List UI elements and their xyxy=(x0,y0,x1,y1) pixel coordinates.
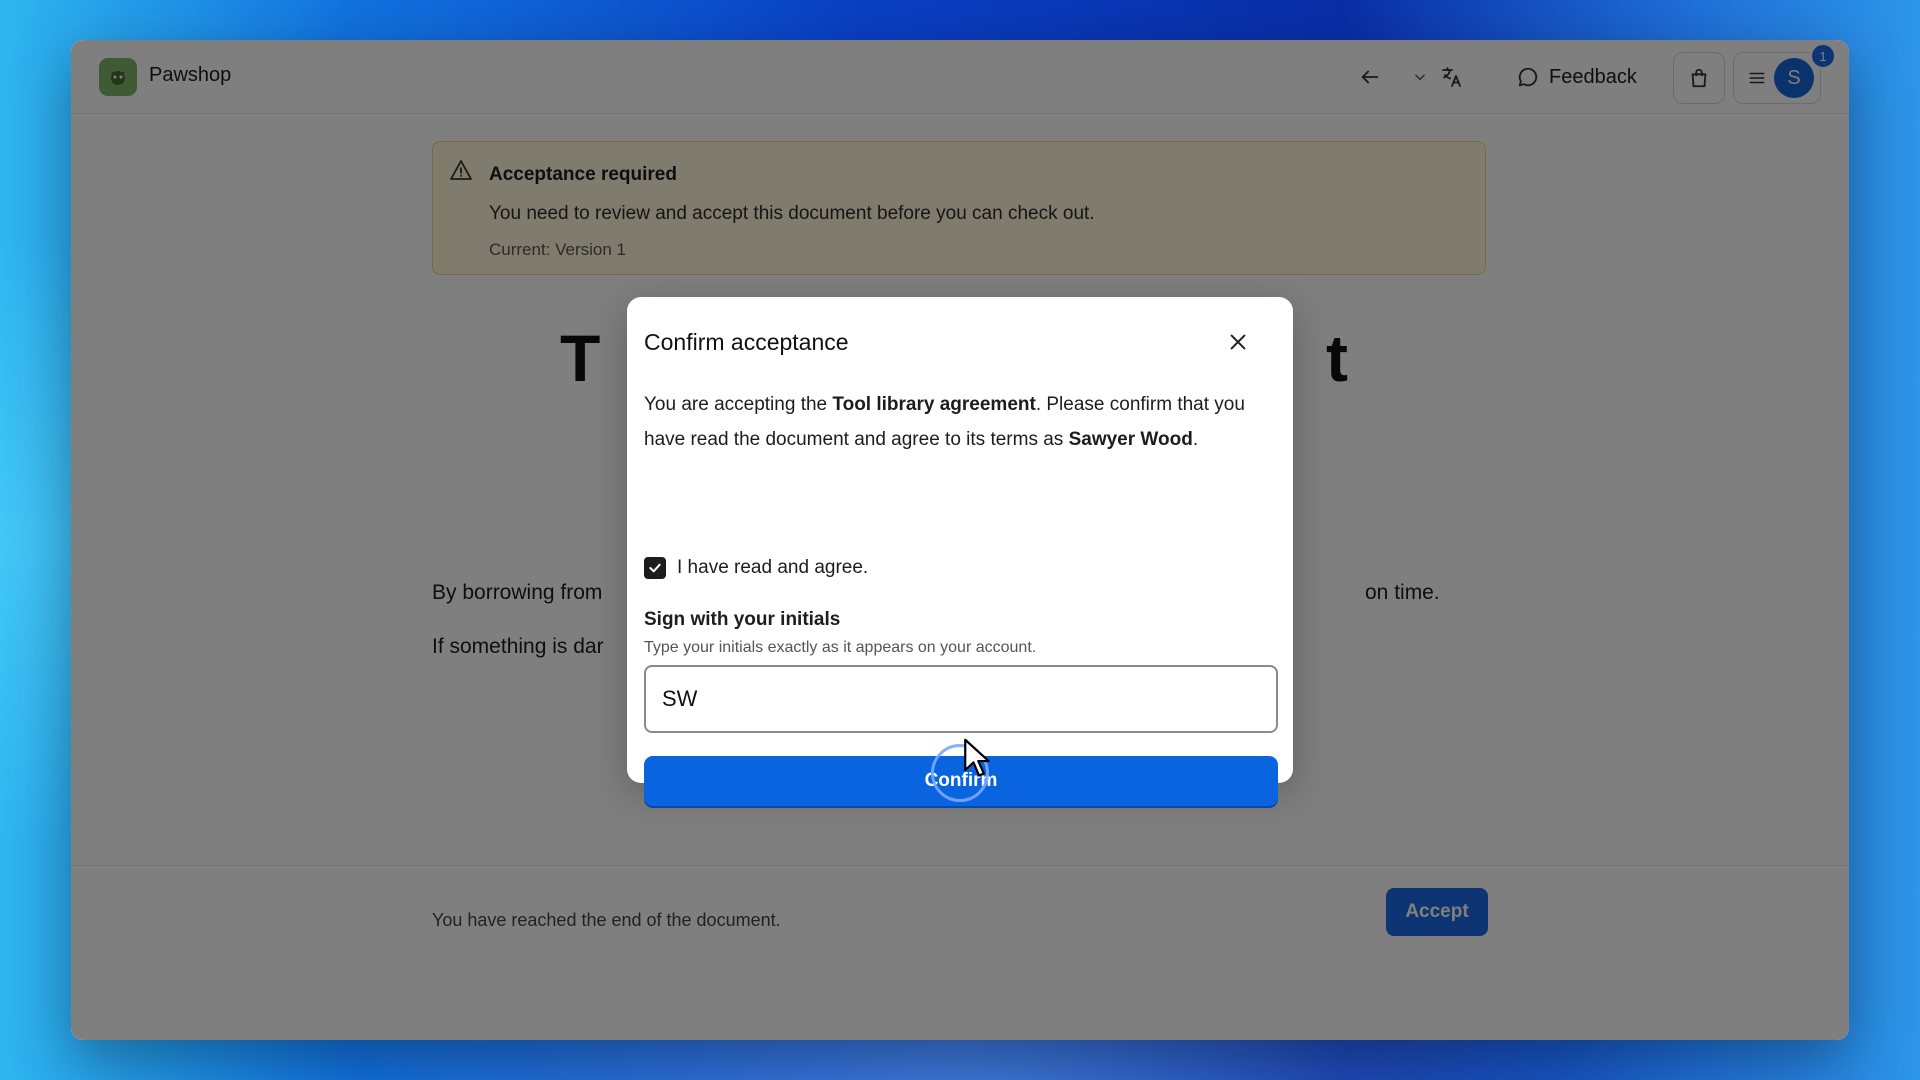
mouse-cursor-icon xyxy=(964,738,990,777)
initials-field-hint: Type your initials exactly as it appears… xyxy=(644,639,1037,656)
initials-input[interactable] xyxy=(644,665,1278,733)
dialog-description: You are accepting the Tool library agree… xyxy=(644,387,1274,457)
checkmark-icon xyxy=(649,563,661,573)
dialog-title: Confirm acceptance xyxy=(644,329,849,355)
close-icon[interactable] xyxy=(1223,327,1253,357)
confirm-acceptance-dialog: Confirm acceptance You are accepting the… xyxy=(627,297,1293,806)
initials-field-label: Sign with your initials xyxy=(644,609,841,630)
agree-checkbox[interactable] xyxy=(644,557,666,579)
agree-checkbox-label[interactable]: I have read and agree. xyxy=(677,557,868,579)
document-name: Tool library agreement xyxy=(832,394,1036,415)
desc-prefix: You are accepting the xyxy=(644,394,833,415)
desc-suffix: . xyxy=(1192,429,1199,450)
user-name: Sawyer Wood xyxy=(1068,429,1193,450)
